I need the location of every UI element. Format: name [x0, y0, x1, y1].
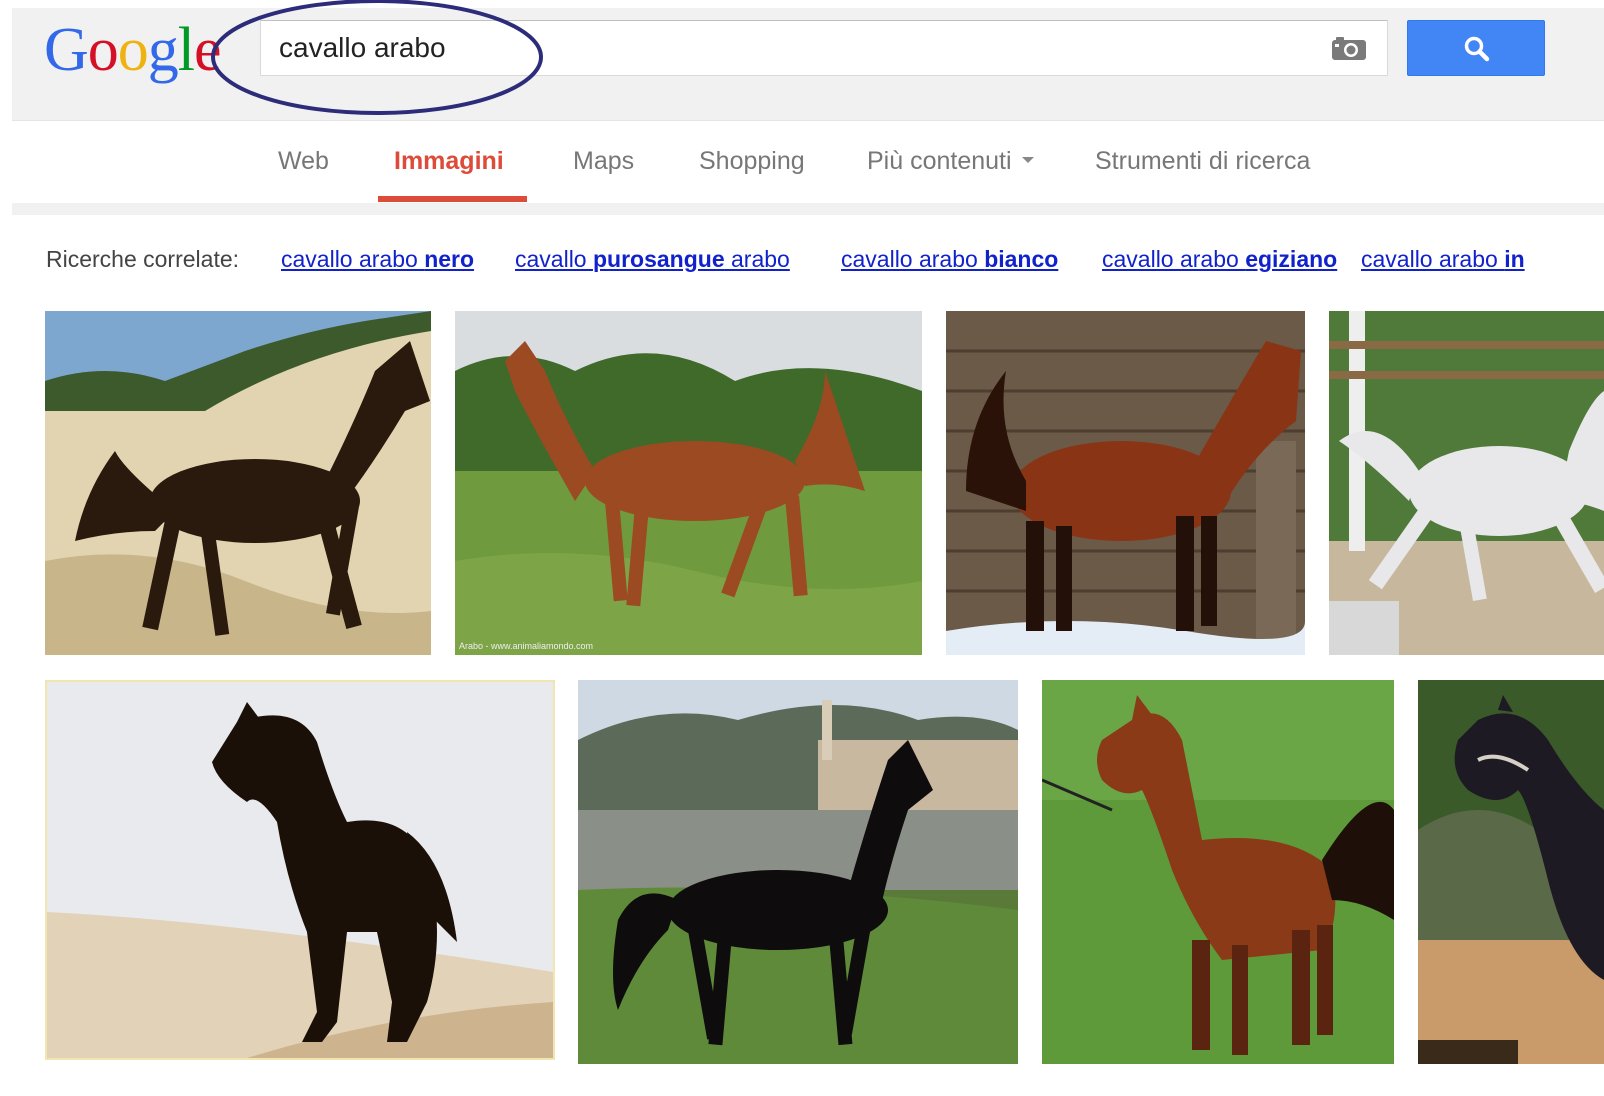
logo-letter: l	[177, 16, 195, 84]
search-icon	[1464, 36, 1490, 62]
link-bold: purosangue	[592, 246, 725, 272]
tab-web[interactable]: Web	[278, 147, 329, 176]
logo-letter: g	[147, 16, 179, 84]
tab-search-tools[interactable]: Strumenti di ricerca	[1095, 147, 1310, 176]
horse-image	[45, 311, 431, 655]
tab-immagini[interactable]: Immagini	[394, 147, 504, 176]
image-result[interactable]	[1418, 680, 1604, 1064]
related-link-egiziano[interactable]: cavallo arabo egiziano	[1102, 246, 1337, 273]
tab-label: Web	[278, 147, 329, 175]
image-result[interactable]	[578, 680, 1018, 1064]
related-link-bianco[interactable]: cavallo arabo bianco	[841, 246, 1058, 273]
image-watermark: Arabo - www.animaliamondo.com	[459, 641, 593, 651]
related-link-in[interactable]: cavallo arabo in	[1361, 246, 1525, 273]
google-logo[interactable]: Google	[44, 14, 222, 86]
logo-letter: e	[194, 16, 222, 84]
link-text: cavallo arabo	[1361, 246, 1505, 272]
tab-maps[interactable]: Maps	[573, 147, 634, 176]
horse-image	[1042, 680, 1394, 1064]
image-result[interactable]	[1042, 680, 1394, 1064]
tab-label: Immagini	[394, 147, 504, 175]
tab-more[interactable]: Più contenuti	[867, 147, 1034, 176]
link-bold: in	[1504, 246, 1525, 272]
image-result[interactable]	[45, 680, 555, 1060]
tab-label: Shopping	[699, 147, 805, 175]
search-input[interactable]	[279, 21, 1299, 75]
link-text: arabo	[724, 246, 790, 272]
link-text: cavallo arabo	[1102, 246, 1246, 272]
link-text: cavallo	[515, 246, 593, 272]
link-text: cavallo arabo	[841, 246, 985, 272]
horse-image: Arabo - www.animaliamondo.com	[455, 311, 922, 655]
horse-image	[1329, 311, 1604, 655]
tab-shopping[interactable]: Shopping	[699, 147, 805, 176]
google-images-page: Google Web Immagini Maps Shopping	[0, 0, 1604, 1096]
divider	[12, 203, 1604, 215]
link-text: cavallo arabo	[281, 246, 425, 272]
logo-letter: G	[44, 16, 89, 84]
image-result[interactable]	[45, 311, 431, 655]
tab-label: Strumenti di ricerca	[1095, 147, 1311, 175]
image-result[interactable]	[946, 311, 1305, 655]
horse-image	[47, 682, 553, 1058]
tab-label: Maps	[573, 147, 635, 175]
search-button[interactable]	[1407, 20, 1545, 76]
search-tabs: Web Immagini Maps Shopping Più contenuti…	[12, 121, 1604, 203]
horse-image	[946, 311, 1305, 655]
header: Google	[12, 8, 1604, 121]
search-box[interactable]	[260, 20, 1388, 76]
image-result[interactable]	[1329, 311, 1604, 655]
chevron-down-icon	[1021, 157, 1034, 164]
related-link-nero[interactable]: cavallo arabo nero	[281, 246, 474, 273]
logo-letter: o	[117, 16, 149, 84]
horse-image	[1418, 680, 1604, 1064]
image-result[interactable]: Arabo - www.animaliamondo.com	[455, 311, 922, 655]
related-link-purosangue[interactable]: cavallo purosangue arabo	[515, 246, 790, 273]
logo-letter: o	[87, 16, 119, 84]
active-tab-indicator	[378, 196, 527, 202]
tab-label: Più contenuti	[867, 147, 1012, 175]
camera-icon[interactable]	[1331, 35, 1367, 61]
horse-image	[578, 680, 1018, 1064]
link-bold: egiziano	[1245, 246, 1338, 272]
link-bold: bianco	[984, 246, 1059, 272]
related-searches-label: Ricerche correlate:	[46, 246, 240, 272]
link-bold: nero	[424, 246, 475, 272]
